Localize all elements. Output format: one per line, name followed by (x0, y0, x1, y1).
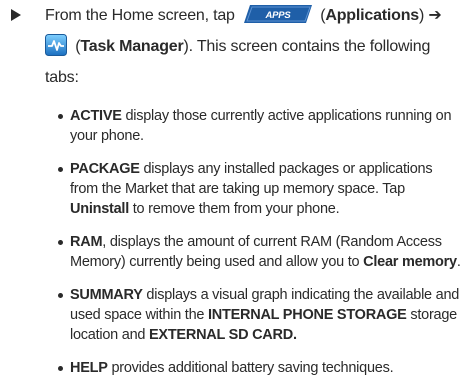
desc-active: display those currently active applicati… (70, 108, 452, 144)
term-clear-memory: Clear memory (363, 254, 457, 270)
list-item-help: HELP provides additional battery saving … (58, 358, 463, 378)
list-item-active: ACTIVE display those currently active ap… (58, 106, 463, 146)
task-manager-label: Task Manager (80, 38, 184, 55)
term-internal-storage: INTERNAL PHONE STORAGE (207, 307, 407, 323)
tabs-text: tabs: (45, 69, 79, 86)
task-manager-icon (45, 34, 67, 56)
bullet-dot (58, 240, 63, 245)
list-item-package: PACKAGE displays any installed packages … (58, 159, 463, 219)
apps-button-icon: APPS (244, 5, 312, 23)
term-help: HELP (70, 360, 108, 376)
tab-list: ACTIVE display those currently active ap… (58, 106, 463, 391)
term-external-sd: EXTERNAL SD CARD. (148, 327, 297, 343)
applications-label: Applications (325, 7, 419, 24)
bullet-dot (58, 167, 63, 172)
instruction-line-2: (Task Manager). This screen contains the… (45, 31, 465, 62)
instruction-line-1: From the Home screen, tap APPS (Applicat… (45, 5, 442, 24)
term-ram: RAM (70, 234, 103, 250)
term-package: PACKAGE (70, 161, 140, 177)
list-item-summary: SUMMARY displays a visual graph indicati… (58, 285, 463, 345)
term-uninstall: Uninstall (70, 201, 129, 217)
bullet-dot (58, 114, 63, 119)
manual-page: From the Home screen, tap APPS (Applicat… (0, 0, 470, 376)
term-summary: SUMMARY (70, 287, 143, 303)
arrow-symbol: ➔ (428, 7, 442, 24)
instruction-step: From the Home screen, tap APPS (Applicat… (45, 0, 465, 93)
desc-help: provides additional battery saving techn… (107, 360, 394, 376)
term-active: ACTIVE (70, 108, 122, 124)
instruction-line-3: tabs: (45, 62, 465, 93)
apps-button-label: APPS (264, 10, 291, 21)
desc-ram-end: . (456, 254, 461, 270)
from-home-text: From the Home screen, tap (45, 7, 235, 24)
list-item-ram: RAM, displays the amount of current RAM … (58, 232, 463, 272)
step-arrow-icon (11, 9, 21, 21)
contains-text: . This screen contains the following (188, 38, 431, 55)
bullet-dot (58, 293, 63, 298)
desc-package-end: to remove them from your phone. (128, 201, 340, 217)
